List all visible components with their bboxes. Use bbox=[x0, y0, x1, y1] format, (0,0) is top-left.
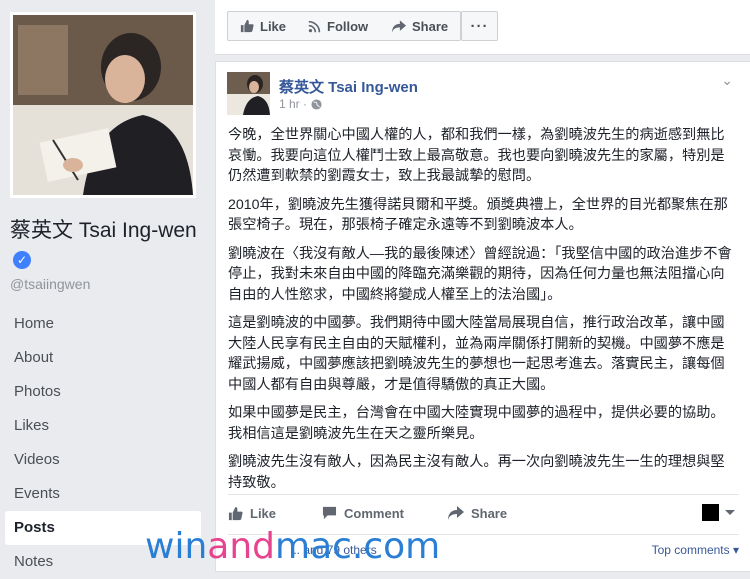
reactions-text[interactable]: ... and 79 others bbox=[290, 543, 377, 557]
post-like-button[interactable]: Like bbox=[228, 506, 276, 521]
post-options-chevron-icon[interactable]: ⌄ bbox=[721, 72, 733, 89]
follow-label: Follow bbox=[327, 18, 369, 34]
follow-button[interactable]: Follow bbox=[296, 11, 382, 41]
post-comment-label: Comment bbox=[344, 505, 404, 521]
page-action-bar: Like Follow Share ··· bbox=[215, 0, 750, 55]
page-handle: @tsaiingwen bbox=[10, 276, 91, 292]
sidebar-item-photos[interactable]: Photos bbox=[5, 375, 201, 409]
post-author-link[interactable]: 蔡英文 Tsai Ing-wen bbox=[279, 76, 418, 97]
like-page-button[interactable]: Like bbox=[227, 11, 300, 41]
reaction-square-icon bbox=[702, 504, 719, 521]
speech-bubble-icon bbox=[322, 506, 337, 520]
avatar[interactable] bbox=[227, 72, 270, 115]
post-card: 蔡英文 Tsai Ing-wen 1 hr · ⌄ 今晚，全世界關心中國人權的人… bbox=[215, 61, 750, 572]
more-options-button[interactable]: ··· bbox=[461, 11, 498, 41]
sidebar-item-about[interactable]: About bbox=[5, 341, 201, 375]
post-meta: 1 hr · bbox=[279, 97, 322, 111]
thumbs-up-icon bbox=[240, 19, 254, 33]
verified-badge-icon: ✓ bbox=[13, 251, 31, 269]
reactions-summary: ... and 79 others Top comments ▾ bbox=[228, 534, 739, 565]
post-paragraph: 今晚，全世界關心中國人權的人，都和我們一樣，為劉曉波先生的病逝感到無比哀慟。我要… bbox=[228, 127, 725, 184]
post-paragraph: 如果中國夢是民主，台灣會在中國大陸實現中國夢的過程中，提供必要的協助。我相信這是… bbox=[228, 405, 725, 442]
like-page-label: Like bbox=[260, 18, 287, 34]
profile-photo[interactable] bbox=[10, 12, 196, 198]
chevron-down-icon bbox=[725, 510, 735, 515]
share-arrow-icon bbox=[392, 19, 406, 33]
sidebar-nav: Home About Photos Likes Videos Events Po… bbox=[5, 307, 201, 579]
post-paragraph: 劉曉波先生沒有敵人，因為民主沒有敵人。再一次向劉曉波先生一生的理想與堅持致敬。 bbox=[228, 454, 725, 491]
share-page-button[interactable]: Share bbox=[380, 11, 462, 41]
post-comment-button[interactable]: Comment bbox=[322, 506, 404, 521]
share-page-label: Share bbox=[412, 18, 449, 34]
reaction-picker[interactable] bbox=[702, 504, 735, 521]
sidebar-item-events[interactable]: Events bbox=[5, 477, 201, 511]
post-paragraph: 2010年，劉曉波先生獲得諾貝爾和平獎。頒獎典禮上，全世界的目光都聚焦在那張空椅… bbox=[228, 196, 728, 234]
sidebar-item-notes[interactable]: Notes bbox=[5, 545, 201, 579]
page-sidebar: 蔡英文 Tsai Ing-wen ✓ @tsaiingwen Home About… bbox=[0, 0, 213, 572]
post-paragraph: 劉曉波在〈我沒有敵人—我的最後陳述〉曾經說過：「我堅信中國的政治進步不會停止，我… bbox=[228, 245, 732, 303]
thumbs-up-icon bbox=[228, 506, 243, 520]
globe-icon bbox=[311, 98, 322, 110]
page-title: 蔡英文 Tsai Ing-wen ✓ bbox=[10, 216, 200, 274]
post-timestamp[interactable]: 1 hr · bbox=[279, 97, 307, 111]
sidebar-item-videos[interactable]: Videos bbox=[5, 443, 201, 477]
sidebar-item-likes[interactable]: Likes bbox=[5, 409, 201, 443]
sidebar-item-posts[interactable]: Posts bbox=[5, 511, 201, 545]
page-name-text: 蔡英文 Tsai Ing-wen bbox=[10, 219, 197, 242]
post-share-button[interactable]: Share bbox=[447, 505, 508, 521]
more-options-label: ··· bbox=[470, 17, 489, 35]
top-comments-dropdown[interactable]: Top comments ▾ bbox=[652, 543, 739, 557]
post-action-bar: Like Comment Share bbox=[228, 494, 739, 531]
post-like-label: Like bbox=[250, 505, 277, 521]
sidebar-item-home[interactable]: Home bbox=[5, 307, 201, 341]
post-body: 今晚，全世界關心中國人權的人，都和我們一樣，為劉曉波先生的病逝感到無比哀慟。我要… bbox=[228, 125, 734, 501]
post-paragraph: 這是劉曉波的中國夢。我們期待中國大陸當局展現自信，推行政治改革，讓中國大陸人民享… bbox=[228, 315, 725, 393]
share-arrow-icon bbox=[447, 506, 464, 520]
rss-icon bbox=[308, 20, 321, 32]
post-share-label: Share bbox=[470, 505, 508, 521]
